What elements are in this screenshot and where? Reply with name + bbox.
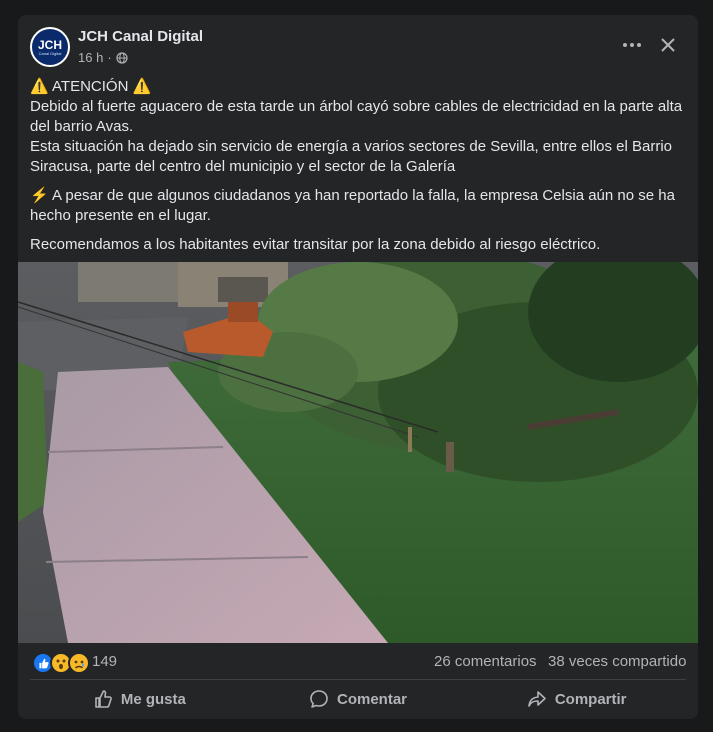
- thumbs-up-icon: [95, 690, 112, 708]
- avatar-logo-subtext: Canal Digital: [38, 50, 62, 56]
- reaction-icons[interactable]: [32, 652, 90, 674]
- action-bar: Me gusta Comentar Compartir: [30, 682, 686, 716]
- post-paragraph-1: Debido al fuerte aguacero de esta tarde …: [30, 98, 683, 135]
- page-name[interactable]: JCH Canal Digital: [78, 28, 203, 45]
- comment-icon: [310, 690, 328, 708]
- post-header: JCH Canal Digital JCH Canal Digital 16 h…: [18, 15, 698, 77]
- post-paragraph-4: Recomendamos a los habitantes evitar tra…: [30, 236, 601, 253]
- share-button[interactable]: Compartir: [467, 682, 686, 716]
- like-button[interactable]: Me gusta: [30, 682, 249, 716]
- comment-button[interactable]: Comentar: [249, 682, 468, 716]
- post-stats: 149 26 comentarios 38 veces compartido: [18, 643, 698, 679]
- close-button[interactable]: [652, 29, 684, 61]
- post-photo[interactable]: [18, 262, 698, 643]
- shares-count[interactable]: 38 veces compartido: [548, 653, 686, 670]
- share-label: Compartir: [554, 690, 627, 708]
- fallen-tree-photo: [18, 262, 698, 643]
- more-options-button[interactable]: [616, 31, 648, 59]
- post-text: ⚠️ ATENCIÓN ⚠️ Debido al fuerte aguacero…: [30, 77, 690, 264]
- reactions-count[interactable]: 149: [92, 653, 117, 670]
- share-icon: [528, 691, 546, 707]
- comments-count[interactable]: 26 comentarios: [434, 653, 537, 670]
- avatar-logo-text: JCH: [37, 37, 62, 52]
- more-icon: [623, 43, 641, 47]
- divider: [30, 679, 686, 680]
- avatar[interactable]: JCH Canal Digital: [30, 27, 70, 67]
- comment-label: Comentar: [337, 690, 408, 708]
- close-icon: [661, 38, 675, 52]
- post-meta: 16 h ·: [78, 50, 128, 65]
- globe-icon: [116, 51, 128, 64]
- sad-reaction-icon: [68, 652, 90, 674]
- post-card: JCH Canal Digital JCH Canal Digital 16 h…: [18, 15, 698, 719]
- meta-separator: ·: [107, 50, 112, 65]
- post-paragraph-3: ⚡ A pesar de que algunos ciudadanos ya h…: [30, 187, 675, 224]
- like-label: Me gusta: [120, 690, 186, 708]
- post-paragraph-2: Esta situación ha dejado sin servicio de…: [30, 138, 673, 175]
- post-heading: ⚠️ ATENCIÓN ⚠️: [30, 78, 152, 95]
- post-time[interactable]: 16 h: [78, 50, 103, 65]
